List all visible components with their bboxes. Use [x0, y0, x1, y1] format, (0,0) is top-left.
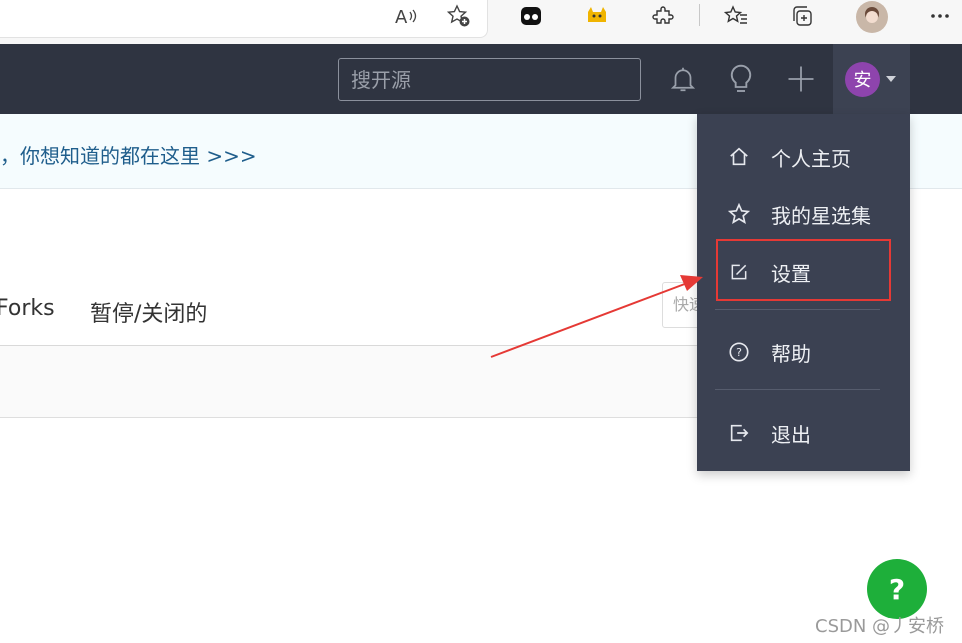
logout-icon — [727, 421, 751, 445]
plus-icon[interactable] — [784, 62, 818, 96]
chevron-down-icon — [886, 76, 896, 82]
help-circle-icon: ? — [727, 340, 751, 364]
svg-text:?: ? — [736, 346, 742, 359]
extensions-icon[interactable] — [649, 2, 677, 30]
menu-item-help[interactable]: ? 帮助 — [697, 327, 910, 377]
menu-divider — [715, 309, 880, 310]
watermark: CSDN @丿安桥 — [815, 616, 945, 637]
svg-text:A: A — [395, 7, 408, 28]
avatar: 安 — [845, 61, 880, 97]
lightbulb-icon[interactable] — [724, 62, 758, 96]
menu-item-stars[interactable]: 我的星选集 — [697, 189, 910, 239]
tab-forks[interactable]: Forks — [0, 296, 55, 321]
menu-item-label: 帮助 — [771, 341, 811, 366]
menu-item-label: 个人主页 — [771, 146, 851, 171]
list-header-bar — [0, 346, 720, 418]
bell-icon[interactable] — [666, 62, 700, 96]
toolbar-separator — [699, 4, 700, 26]
menu-item-label: 退出 — [771, 422, 811, 447]
read-aloud-icon[interactable]: A — [391, 2, 419, 30]
help-button[interactable]: ? — [867, 559, 927, 619]
user-menu-toggle[interactable]: 安 — [833, 44, 910, 114]
annotation-highlight-box — [716, 239, 891, 301]
menu-divider — [715, 389, 880, 390]
favorites-icon[interactable] — [722, 2, 750, 30]
collections-icon[interactable] — [788, 2, 816, 30]
extension-cat-icon[interactable] — [583, 2, 611, 30]
star-icon — [727, 202, 751, 226]
extension-bot-icon[interactable] — [517, 2, 545, 30]
tab-paused-closed[interactable]: 暂停/关闭的 — [90, 296, 207, 328]
menu-item-logout[interactable]: 退出 — [697, 408, 910, 458]
menu-item-label: 我的星选集 — [771, 203, 871, 228]
browser-toolbar: A — [0, 0, 962, 44]
menu-item-home[interactable]: 个人主页 — [697, 132, 910, 182]
add-favorite-icon[interactable] — [445, 2, 473, 30]
site-navbar: 安 — [0, 44, 962, 114]
more-icon[interactable] — [926, 2, 954, 30]
notice-link[interactable]: ，你想知道的都在这里 >>> — [0, 140, 257, 169]
home-icon — [727, 145, 751, 169]
search-input[interactable] — [338, 58, 641, 101]
profile-icon[interactable] — [855, 0, 889, 34]
